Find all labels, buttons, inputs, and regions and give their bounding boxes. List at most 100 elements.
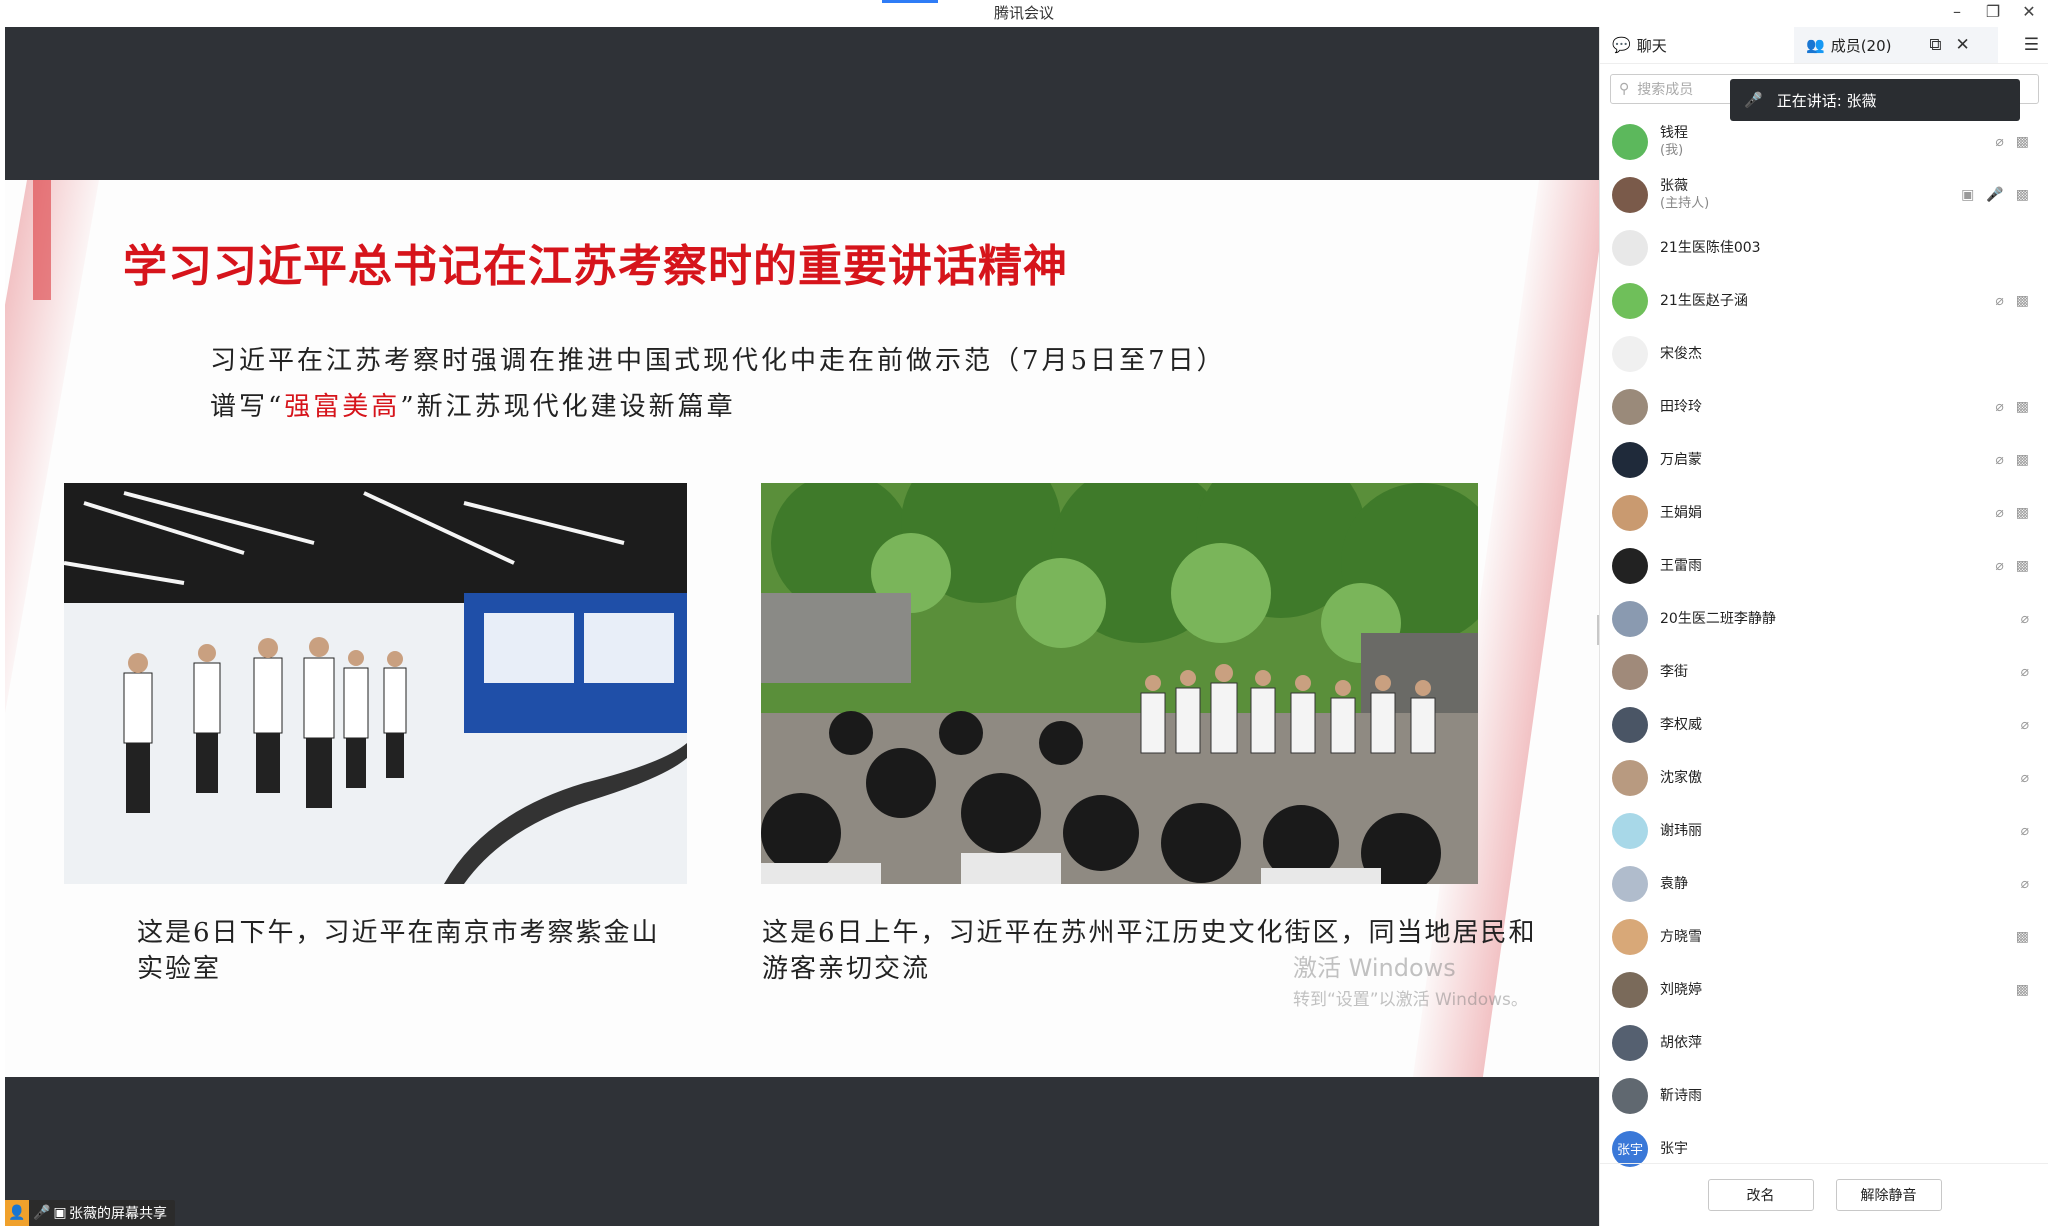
avatar: 张宇	[1612, 1130, 1648, 1167]
mic-off-icon[interactable]: ⌀	[2021, 823, 2029, 839]
member-row[interactable]: 方晓雪 ▩	[1600, 910, 2048, 963]
member-name: 宋俊杰	[1660, 345, 1702, 362]
mic-off-icon[interactable]: ⌀	[1995, 558, 2003, 574]
member-row[interactable]: 宋俊杰	[1600, 327, 2048, 380]
avatar	[1612, 229, 1648, 266]
member-row[interactable]: 万启蒙 ⌀ ▩	[1600, 433, 2048, 486]
slide-subtitle-1: 习近平在江苏考察时强调在推进中国式现代化中走在前做示范（7月5日至7日）	[210, 346, 1226, 376]
member-name: 方晓雪	[1660, 928, 1702, 945]
member-row[interactable]: 王雷雨 ⌀ ▩	[1600, 539, 2048, 592]
member-row[interactable]: 胡依萍	[1600, 1016, 2048, 1069]
subtitle-suffix: ”新江苏现代化建设新篇章	[400, 392, 736, 422]
member-name-block: 田玲玲	[1660, 398, 1702, 416]
member-name: 李权威	[1660, 716, 1702, 733]
member-name-block: 胡依萍	[1660, 1034, 1702, 1052]
member-name: 21生医陈佳003	[1660, 239, 1761, 256]
camera-off-icon[interactable]: ▩	[2016, 452, 2029, 468]
member-row[interactable]: 靳诗雨	[1600, 1069, 2048, 1122]
photo-lab-visit-drawing	[64, 483, 687, 884]
camera-off-icon[interactable]: ▩	[2016, 293, 2029, 309]
member-row[interactable]: 刘晓婷 ▩	[1600, 963, 2048, 1016]
camera-off-icon[interactable]: ▩	[2016, 399, 2029, 415]
presentation-slide: 学习习近平总书记在江苏考察时的重要讲话精神 习近平在江苏考察时强调在推进中国式现…	[5, 180, 1599, 1077]
member-name-block: 钱程 (我)	[1660, 124, 1688, 160]
avatar	[1612, 865, 1648, 902]
unmute-all-button[interactable]: 解除静音	[1835, 1179, 1942, 1211]
speaking-name: 张薇	[1846, 91, 1877, 110]
member-status-icons: ⌀	[2021, 751, 2029, 804]
mic-off-icon[interactable]: ⌀	[2021, 770, 2029, 786]
avatar	[1612, 600, 1648, 637]
member-name: 21生医赵子涵	[1660, 292, 1748, 309]
mic-on-icon[interactable]: 🎤	[1986, 187, 2003, 203]
title-bar: 腾讯会议 – ❐ ✕	[0, 0, 2048, 26]
restore-icon[interactable]: ❐	[1982, 1, 2004, 21]
camera-off-icon[interactable]: ▩	[2016, 982, 2029, 998]
camera-off-icon[interactable]: ▩	[2016, 558, 2029, 574]
tab-chat[interactable]: 💬 聊天	[1600, 27, 1794, 63]
mic-off-icon[interactable]: ⌀	[1995, 134, 2003, 150]
member-name: 张宇	[1660, 1140, 1688, 1157]
avatar	[1612, 441, 1648, 478]
search-input[interactable]: 搜索成员	[1637, 79, 1693, 99]
mic-off-icon: 🎤	[1744, 91, 1763, 109]
camera-off-icon[interactable]: ▩	[2016, 187, 2029, 203]
member-row[interactable]: 张薇 (主持人) ▣ 🎤 ▩	[1600, 168, 2048, 221]
mic-off-icon[interactable]: ⌀	[1995, 399, 2003, 415]
member-status-icons: ⌀ ▩	[1995, 274, 2029, 327]
member-row[interactable]: 21生医陈佳003	[1600, 221, 2048, 274]
member-status-icons: ▩	[2016, 910, 2029, 963]
screen-share-label: 张薇的屏幕共享	[69, 1206, 167, 1222]
popout-icon[interactable]: ⧉	[1929, 35, 1941, 55]
member-status-icons: ⌀	[2021, 698, 2029, 751]
subtitle-highlight: 强富美高	[284, 392, 401, 422]
mic-off-icon[interactable]: ⌀	[2021, 717, 2029, 733]
close-icon[interactable]: ✕	[2018, 1, 2040, 21]
members-icon: 👥	[1806, 36, 1825, 54]
member-name: 袁静	[1660, 875, 1688, 892]
avatar	[1612, 706, 1648, 743]
mic-off-icon[interactable]: ⌀	[2021, 664, 2029, 680]
member-list: 钱程 (我) ⌀ ▩ 张薇 (主持人) ▣ 🎤 ▩ 21生医陈佳003 21生医赵子涵 ⌀ ▩ 宋俊杰 田玲…	[1600, 115, 2048, 1175]
minimize-icon[interactable]: –	[1946, 1, 1968, 21]
mic-off-icon[interactable]: ⌀	[1995, 505, 2003, 521]
member-row[interactable]: 袁静 ⌀	[1600, 857, 2048, 910]
member-row[interactable]: 王娟娟 ⌀ ▩	[1600, 486, 2048, 539]
member-row[interactable]: 田玲玲 ⌀ ▩	[1600, 380, 2048, 433]
camera-off-icon[interactable]: ▩	[2016, 134, 2029, 150]
member-row[interactable]: 李权威 ⌀	[1600, 698, 2048, 751]
speaking-label: 正在讲话:	[1776, 91, 1842, 110]
member-row[interactable]: 沈家傲 ⌀	[1600, 751, 2048, 804]
member-name: 张薇	[1660, 177, 1688, 194]
member-row[interactable]: 20生医二班李静静 ⌀	[1600, 592, 2048, 645]
member-status-icons: ⌀ ▩	[1995, 539, 2029, 592]
camera-off-icon[interactable]: ▩	[2016, 929, 2029, 945]
tab-members-label: 成员(20)	[1830, 36, 1892, 55]
member-name-block: 李街	[1660, 663, 1688, 681]
member-status-icons: ⌀	[2021, 804, 2029, 857]
member-row[interactable]: 谢玮丽 ⌀	[1600, 804, 2048, 857]
avatar	[1612, 812, 1648, 849]
slide-subtitle-2: 谱写“强富美高”新江苏现代化建设新篇章	[210, 386, 736, 423]
avatar	[1612, 1077, 1648, 1114]
avatar	[1612, 1024, 1648, 1061]
member-name-block: 李权威	[1660, 716, 1702, 734]
close-panel-icon[interactable]: ✕	[1956, 35, 1970, 55]
avatar	[1612, 547, 1648, 584]
member-role: (主持人)	[1660, 195, 1710, 211]
mic-off-icon[interactable]: ⌀	[2021, 876, 2029, 892]
mic-off-icon[interactable]: ⌀	[2021, 611, 2029, 627]
member-name: 刘晓婷	[1660, 981, 1702, 998]
member-row[interactable]: 钱程 (我) ⌀ ▩	[1600, 115, 2048, 168]
rename-button[interactable]: 改名	[1707, 1179, 1814, 1211]
member-row[interactable]: 21生医赵子涵 ⌀ ▩	[1600, 274, 2048, 327]
search-icon: ⚲	[1619, 81, 1630, 97]
member-name-block: 袁静	[1660, 875, 1688, 893]
member-name-block: 张薇 (主持人)	[1660, 177, 1709, 213]
screen-share-badge[interactable]: 👤 🎤 ▣ 张薇的屏幕共享	[5, 1200, 175, 1226]
mic-off-icon[interactable]: ⌀	[1995, 293, 2003, 309]
camera-off-icon[interactable]: ▩	[2016, 505, 2029, 521]
mic-off-icon[interactable]: ⌀	[1995, 452, 2003, 468]
menu-icon[interactable]: ☰	[2024, 35, 2039, 55]
member-row[interactable]: 李街 ⌀	[1600, 645, 2048, 698]
